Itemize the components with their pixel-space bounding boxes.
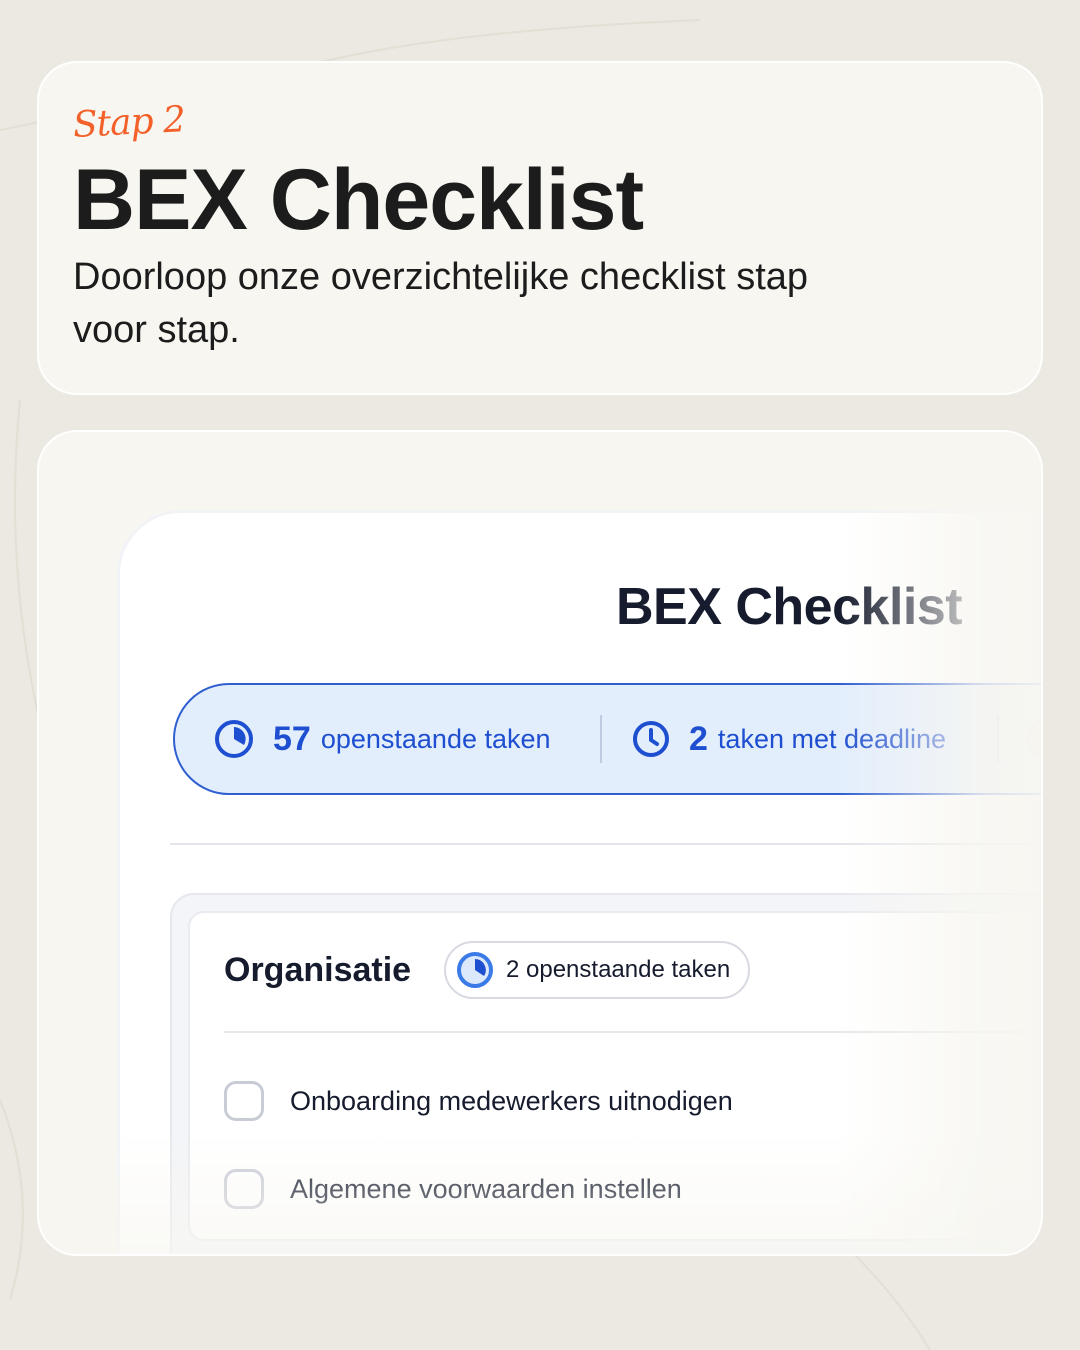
stat-divider: [600, 715, 602, 763]
stat-divider: [997, 715, 999, 763]
open-tasks-label: openstaande taken: [320, 723, 551, 754]
clock-icon: [633, 721, 669, 757]
divider: [170, 843, 1041, 845]
deadline-tasks-stat[interactable]: 2 taken met deadline: [631, 685, 946, 793]
app-preview-card: BEX Checklist 57 openstaande taken 2 tak…: [37, 430, 1043, 1256]
app-window: BEX Checklist 57 openstaande taken 2 tak…: [117, 510, 1041, 1254]
task-item[interactable]: Algemene voorwaarden instellen: [224, 1169, 682, 1209]
step-label: Stap 2: [71, 99, 186, 146]
section-divider: [224, 1031, 1041, 1033]
app-title: BEX Checklist: [616, 578, 963, 636]
deadline-tasks-count: 2: [689, 719, 708, 758]
section-card: Organisatie 2 openstaande taken Onboardi…: [188, 911, 1041, 1241]
header-card: Stap 2 BEX Checklist Doorloop onze overz…: [37, 61, 1043, 395]
page-title: BEX Checklist: [73, 152, 644, 248]
open-tasks-stat[interactable]: 57 openstaande taken: [213, 685, 551, 793]
page-subtitle: Doorloop onze overzichtelijke checklist …: [73, 256, 809, 351]
open-tasks-count: 57: [273, 719, 311, 758]
task-checkbox[interactable]: [224, 1169, 264, 1209]
section-badge-label: 2 openstaande taken: [506, 956, 731, 983]
stats-bar: 57 openstaande taken 2 taken met deadlin…: [173, 683, 1041, 795]
deadline-tasks-label: taken met deadline: [717, 723, 947, 754]
task-checkbox[interactable]: [224, 1081, 264, 1121]
pie-progress-icon: [215, 720, 253, 758]
task-item[interactable]: Onboarding medewerkers uitnodigen: [224, 1081, 733, 1121]
pie-progress-icon: [457, 952, 493, 988]
task-label: Algemene voorwaarden instellen: [290, 1173, 682, 1204]
section-organisatie: Organisatie 2 openstaande taken Onboardi…: [170, 893, 1041, 1254]
section-title: Organisatie: [224, 951, 412, 989]
section-status-badge: 2 openstaande taken: [444, 941, 751, 999]
task-label: Onboarding medewerkers uitnodigen: [290, 1085, 733, 1116]
avatar[interactable]: [1027, 719, 1041, 759]
